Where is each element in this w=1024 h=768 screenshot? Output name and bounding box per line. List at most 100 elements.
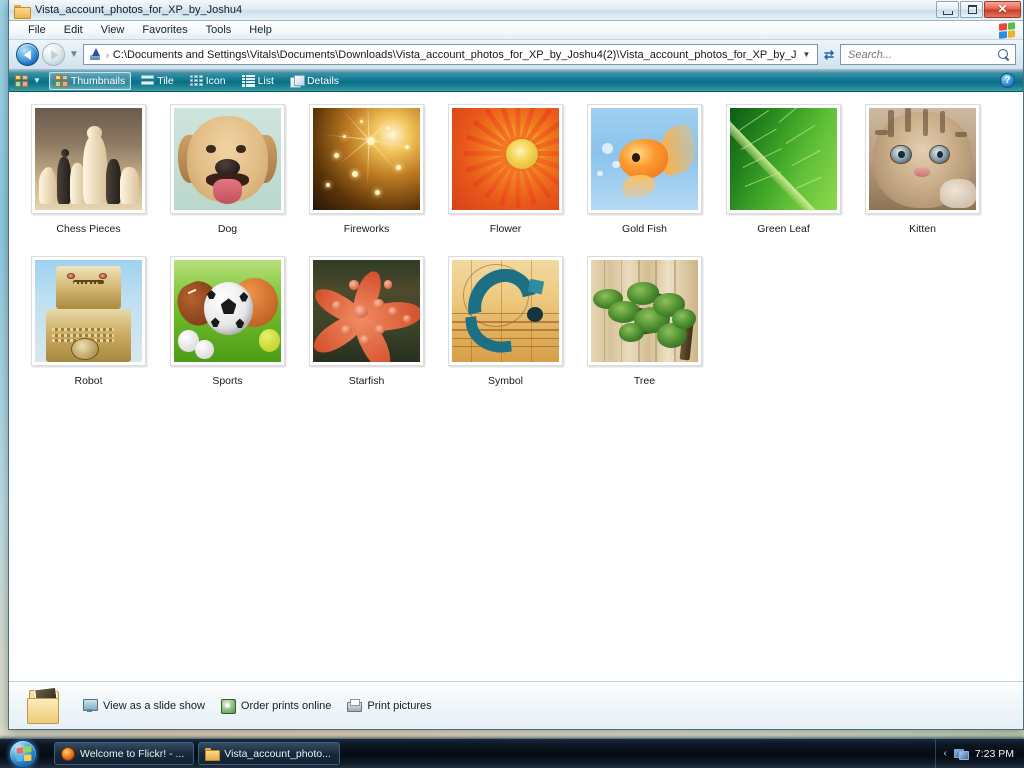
view-button-details[interactable]: Details — [284, 72, 345, 90]
menu-item-view[interactable]: View — [92, 23, 134, 37]
thumbnail-frame — [309, 104, 424, 214]
thumbnail-image-robot — [35, 260, 142, 362]
explorer-window: Vista_account_photos_for_XP_by_Joshu4 ✕ … — [8, 0, 1024, 730]
file-item-label: Symbol — [487, 375, 523, 387]
thumbnail-image-fireworks — [313, 108, 420, 210]
view-button-icon[interactable]: Icon — [184, 72, 232, 90]
thumbnail-image-gold-fish — [591, 108, 698, 210]
view-button-tile-label: Tile — [157, 74, 174, 87]
path-chevron-icon: › — [105, 49, 109, 60]
taskbar-button-explorer-label: Vista_account_photo... — [224, 747, 331, 760]
thumbnail-image-starfish — [313, 260, 420, 362]
minimize-button[interactable] — [936, 1, 959, 18]
taskbar-button-firefox[interactable]: Welcome to Flickr! - ... — [54, 742, 195, 765]
windows-logo-icon — [999, 22, 1015, 39]
taskbar-button-explorer[interactable]: Vista_account_photo... — [198, 742, 341, 765]
view-button-list[interactable]: List — [236, 72, 280, 90]
file-item-flower[interactable]: Flower — [436, 104, 575, 256]
taskbar-button-firefox-label: Welcome to Flickr! - ... — [80, 747, 185, 760]
view-button-details-label: Details — [306, 74, 340, 87]
file-item-robot[interactable]: Robot — [19, 256, 158, 408]
file-item-chess-pieces[interactable]: Chess Pieces — [19, 104, 158, 256]
file-item-label: Kitten — [909, 223, 936, 235]
view-mode-icon[interactable] — [15, 74, 28, 87]
file-item-fireworks[interactable]: Fireworks — [297, 104, 436, 256]
taskbar: Welcome to Flickr! - ... Vista_account_p… — [0, 738, 1024, 768]
search-box[interactable] — [840, 44, 1016, 65]
file-item-label: Green Leaf — [757, 223, 810, 235]
thumbnail-frame — [309, 256, 424, 366]
print-pictures-link[interactable]: Print pictures — [347, 699, 432, 712]
close-icon: ✕ — [997, 2, 1008, 16]
refresh-icon[interactable]: ⇄ — [821, 48, 837, 62]
address-bar-row: ▼ › C:\Documents and Settings\Vitals\Doc… — [9, 40, 1023, 70]
file-item-label: Dog — [217, 223, 238, 235]
thumbnail-frame — [865, 104, 980, 214]
thumbnail-image-chess-pieces — [35, 108, 142, 210]
menu-item-tools[interactable]: Tools — [197, 23, 241, 37]
file-item-symbol[interactable]: Symbol — [436, 256, 575, 408]
thumbnails-icon — [54, 74, 68, 87]
menu-item-edit[interactable]: Edit — [55, 23, 92, 37]
thumbnail-frame — [170, 256, 285, 366]
clock[interactable]: 7:23 PM — [975, 748, 1014, 760]
address-input[interactable]: › C:\Documents and Settings\Vitals\Docum… — [82, 44, 818, 65]
search-icon[interactable] — [997, 48, 1011, 62]
file-item-label: Fireworks — [343, 223, 390, 235]
print-pictures-label: Print pictures — [367, 699, 432, 712]
view-button-tile[interactable]: Tile — [135, 72, 180, 90]
thumbnail-frame — [448, 256, 563, 366]
address-dropdown-icon[interactable]: ▼ — [800, 50, 813, 59]
view-slideshow-label: View as a slide show — [103, 699, 205, 712]
nav-dropdown-icon[interactable]: ▼ — [68, 49, 80, 60]
list-icon — [241, 74, 255, 87]
thumbnail-frame — [587, 104, 702, 214]
back-button[interactable] — [16, 43, 39, 66]
help-icon[interactable]: ? — [1000, 73, 1015, 88]
view-slideshow-link[interactable]: View as a slide show — [83, 699, 205, 712]
chevron-left-icon[interactable]: ‹ — [944, 748, 947, 759]
file-item-label: Flower — [489, 223, 522, 235]
file-item-gold-fish[interactable]: Gold Fish — [575, 104, 714, 256]
thumbnail-image-symbol — [452, 260, 559, 362]
thumbnail-frame — [31, 104, 146, 214]
thumbnail-frame — [31, 256, 146, 366]
tile-icon — [141, 74, 155, 87]
menu-item-help[interactable]: Help — [240, 23, 281, 37]
thumbnail-image-kitten — [869, 108, 976, 210]
file-item-tree[interactable]: Tree — [575, 256, 714, 408]
pictures-folder-icon — [27, 686, 67, 726]
file-item-starfish[interactable]: Starfish — [297, 256, 436, 408]
file-item-label: Tree — [633, 375, 656, 387]
file-item-dog[interactable]: Dog — [158, 104, 297, 256]
view-button-list-label: List — [257, 74, 274, 87]
forward-button[interactable] — [42, 43, 65, 66]
taskbar-buttons: Welcome to Flickr! - ... Vista_account_p… — [54, 742, 935, 765]
folder-icon — [205, 747, 221, 761]
view-button-icon-label: Icon — [205, 74, 226, 87]
firefox-icon — [61, 746, 75, 761]
file-item-green-leaf[interactable]: Green Leaf — [714, 104, 853, 256]
thumbnail-frame — [587, 256, 702, 366]
status-task-bar: View as a slide show Order prints online… — [9, 681, 1023, 729]
close-button[interactable]: ✕ — [984, 1, 1021, 18]
maximize-button[interactable] — [960, 1, 983, 18]
menu-item-favorites[interactable]: Favorites — [133, 23, 196, 37]
thumbnail-image-flower — [452, 108, 559, 210]
thumbnail-image-green-leaf — [730, 108, 837, 210]
view-button-thumbnails[interactable]: Thumbnails — [48, 71, 132, 90]
menu-item-file[interactable]: File — [19, 23, 55, 37]
location-icon — [88, 48, 102, 61]
details-icon — [289, 74, 305, 88]
file-item-kitten[interactable]: Kitten — [853, 104, 992, 256]
search-input[interactable] — [848, 48, 997, 61]
file-item-label: Chess Pieces — [56, 223, 121, 235]
back-arrow-icon — [23, 49, 31, 60]
file-item-sports[interactable]: Sports — [158, 256, 297, 408]
file-item-label: Robot — [74, 375, 103, 387]
start-button[interactable] — [0, 739, 46, 768]
file-list-area[interactable]: Chess Pieces Dog Fireworks Flower Gold F… — [9, 92, 1023, 681]
view-mode-caret-icon[interactable]: ▼ — [32, 76, 45, 85]
order-prints-link[interactable]: Order prints online — [220, 699, 331, 714]
network-icon[interactable] — [953, 747, 969, 760]
